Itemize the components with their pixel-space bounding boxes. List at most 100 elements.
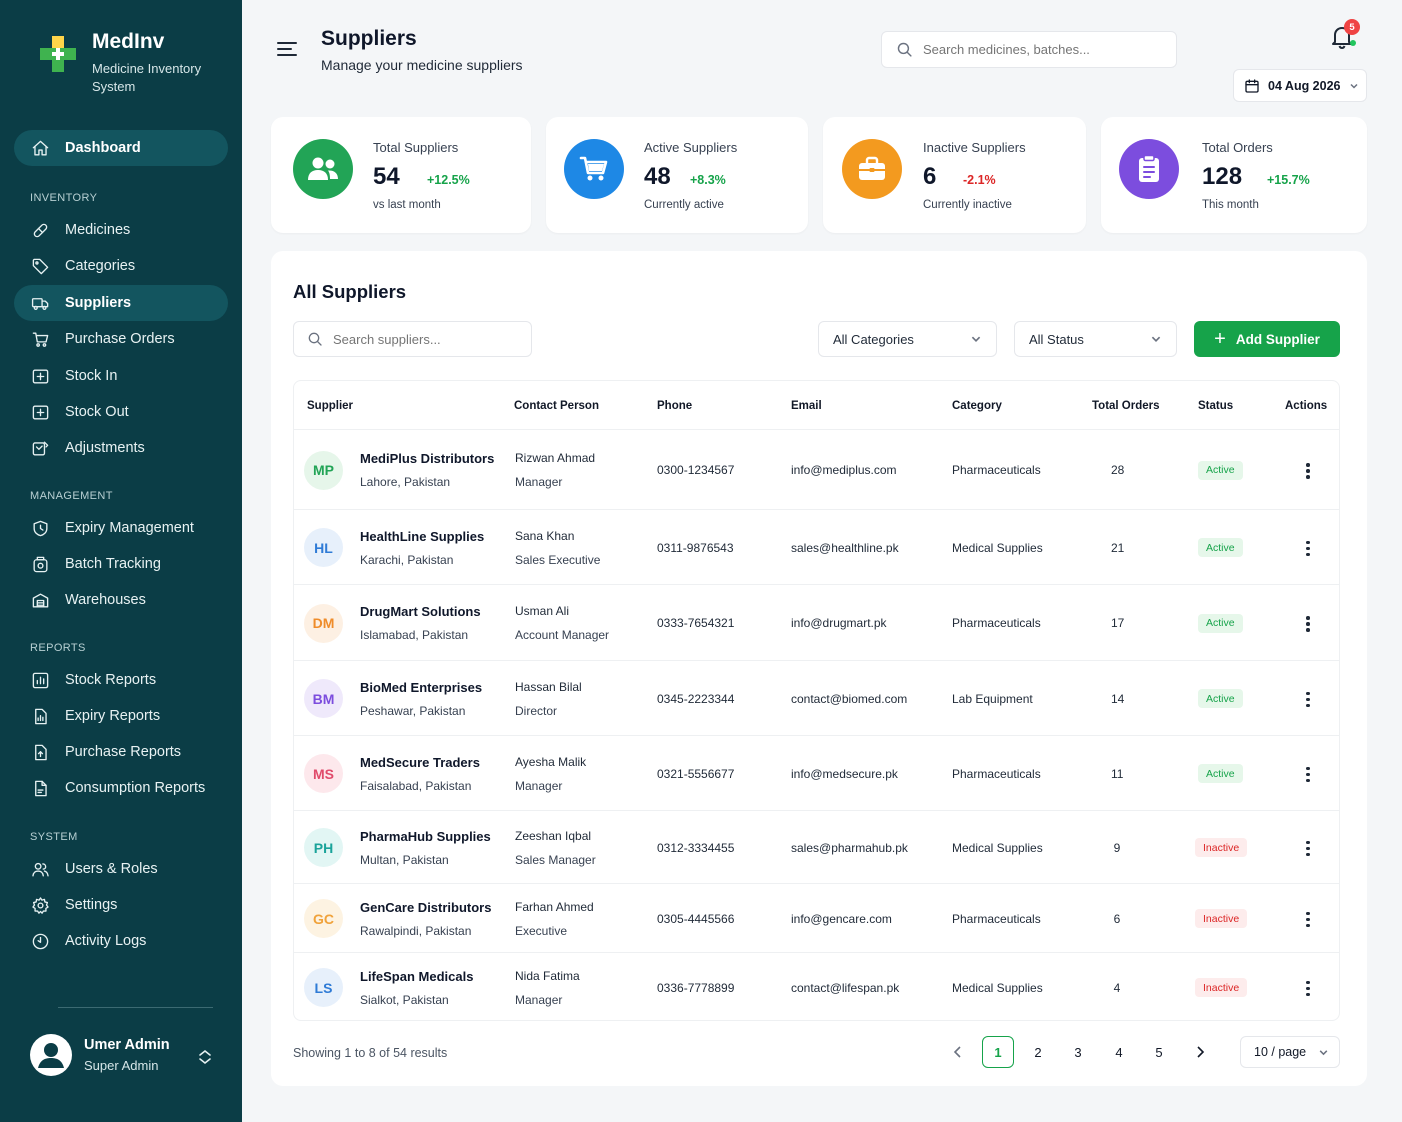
add-supplier-button[interactable]: + Add Supplier (1194, 321, 1340, 357)
supplier-name[interactable]: MediPlus Distributors (360, 451, 494, 466)
truck-icon (30, 293, 50, 313)
table-row[interactable]: MP MediPlus Distributors Lahore, Pakistan R… (294, 430, 1339, 510)
sidebar-item-users-roles[interactable]: Users & Roles (14, 851, 228, 887)
category-cell: Medical Supplies (952, 980, 1043, 995)
page-1-button[interactable]: 1 (982, 1036, 1014, 1068)
row-actions-icon[interactable] (1301, 691, 1315, 707)
sidebar-item-suppliers[interactable]: Suppliers (14, 285, 228, 321)
row-actions-icon[interactable] (1301, 463, 1315, 479)
page-2-button[interactable]: 2 (1022, 1036, 1054, 1068)
row-actions-icon[interactable] (1301, 980, 1315, 996)
supplier-location: Multan, Pakistan (360, 852, 449, 867)
supplier-name[interactable]: PharmaHub Supplies (360, 829, 491, 844)
contact-role: Manager (515, 475, 563, 489)
stat-value: 48 (644, 163, 671, 190)
sidebar-item-warehouses[interactable]: Warehouses (14, 582, 228, 618)
table-row[interactable]: BM BioMed Enterprises Peshawar, Pakistan Ha… (294, 661, 1339, 736)
supplier-search-input[interactable] (333, 331, 513, 347)
col-total-orders[interactable]: Total Orders (1092, 400, 1160, 412)
supplier-name[interactable]: HealthLine Supplies (360, 529, 484, 544)
sidebar-item-purchase-reports[interactable]: Purchase Reports (14, 734, 228, 770)
col-category[interactable]: Category (952, 400, 1002, 412)
category-cell: Pharmaceuticals (952, 463, 1041, 477)
phone-cell: 0312-3334455 (657, 840, 735, 855)
row-actions-icon[interactable] (1301, 540, 1315, 556)
supplier-location: Lahore, Pakistan (360, 475, 451, 489)
table-row[interactable]: DM DrugMart Solutions Islamabad, Pakistan U… (294, 585, 1339, 661)
supplier-location: Rawalpindi, Pakistan (360, 923, 472, 938)
sidebar-item-dashboard[interactable]: Dashboard (14, 130, 228, 166)
prev-page-icon[interactable] (950, 1044, 966, 1060)
sidebar-item-label: Settings (65, 897, 118, 913)
contact-name: Zeeshan Iqbal (515, 828, 592, 843)
date-picker[interactable]: 04 Aug 2026 (1233, 69, 1367, 102)
stat-card-total-orders: Total Orders 128 +15.7% This month (1101, 117, 1367, 233)
page-5-button[interactable]: 5 (1143, 1036, 1175, 1068)
row-actions-icon[interactable] (1301, 616, 1315, 632)
sidebar-item-consumption-reports[interactable]: Consumption Reports (14, 770, 228, 806)
sidebar-item-expiry-reports[interactable]: Expiry Reports (14, 698, 228, 734)
row-actions-icon[interactable] (1301, 840, 1315, 856)
sidebar-item-settings[interactable]: Settings (14, 887, 228, 923)
stat-card-inactive-suppliers: Inactive Suppliers 6 -2.1% Currently ina… (823, 117, 1086, 233)
col-status[interactable]: Status (1198, 400, 1233, 412)
status-filter[interactable]: All Status (1014, 321, 1177, 357)
sidebar-item-activity-logs[interactable]: Activity Logs (14, 923, 228, 959)
status-badge: Active (1198, 538, 1243, 557)
table-row[interactable]: LS LifeSpan Medicals Sialkot, Pakistan Nida… (294, 953, 1339, 1022)
expand-icon[interactable] (197, 1048, 213, 1066)
col-phone[interactable]: Phone (657, 400, 692, 412)
chevron-down-icon (1349, 83, 1358, 89)
supplier-name[interactable]: GenCare Distributors (360, 900, 491, 915)
search-input[interactable] (923, 42, 1163, 57)
contact-role: Executive (515, 923, 568, 938)
orders-cell: 14 (1111, 691, 1125, 706)
supplier-name[interactable]: MedSecure Traders (360, 755, 480, 770)
sidebar-item-stock-reports[interactable]: Stock Reports (14, 662, 228, 698)
brand: MedInv Medicine Inventory System (34, 28, 212, 96)
sidebar-item-expiry-management[interactable]: Expiry Management (14, 510, 228, 546)
per-page-select[interactable]: 10 / page (1240, 1036, 1340, 1068)
table-row[interactable]: GC GenCare Distributors Rawalpindi, Pakist… (294, 884, 1339, 953)
panel-title: All Suppliers (293, 281, 407, 302)
supplier-search[interactable] (293, 321, 532, 357)
table-row[interactable]: MS MedSecure Traders Faisalabad, Pakistan A… (294, 736, 1339, 811)
contact-name: Sana Khan (515, 528, 575, 543)
col-email[interactable]: Email (791, 400, 822, 412)
search-icon (308, 332, 322, 346)
adjust-icon (30, 438, 50, 458)
category-filter[interactable]: All Categories (818, 321, 997, 357)
sidebar-item-medicines[interactable]: Medicines (14, 212, 228, 248)
supplier-name[interactable]: DrugMart Solutions (360, 604, 481, 619)
sidebar-item-adjustments[interactable]: Adjustments (14, 430, 228, 466)
sidebar-item-stock-out[interactable]: Stock Out (14, 394, 228, 430)
category-cell: Pharmaceuticals (952, 911, 1041, 926)
supplier-name[interactable]: BioMed Enterprises (360, 680, 482, 695)
category-cell: Lab Equipment (952, 691, 1033, 706)
suppliers-table: Supplier Contact Person Phone Email Cate… (293, 380, 1340, 1021)
next-page-icon[interactable] (1192, 1044, 1208, 1060)
page-4-button[interactable]: 4 (1103, 1036, 1135, 1068)
stat-value: 54 (373, 163, 400, 190)
user-profile[interactable]: Umer Admin Super Admin (30, 1034, 170, 1076)
page-3-button[interactable]: 3 (1062, 1036, 1094, 1068)
sidebar-item-categories[interactable]: Categories (14, 248, 228, 284)
global-search[interactable] (881, 31, 1177, 68)
row-actions-icon[interactable] (1301, 911, 1315, 927)
sidebar-item-batch-tracking[interactable]: Batch Tracking (14, 546, 228, 582)
email-cell: contact@biomed.com (791, 691, 908, 706)
table-row[interactable]: HL HealthLine Supplies Karachi, Pakistan Sa… (294, 510, 1339, 585)
stat-card-total-suppliers: Total Suppliers 54 +12.5% vs last month (271, 117, 531, 233)
stat-value: 6 (923, 163, 937, 190)
orders-cell: 6 (1113, 911, 1121, 926)
contact-role: Sales Manager (515, 852, 596, 867)
sidebar-item-purchase-orders[interactable]: Purchase Orders (14, 321, 228, 357)
col-contact-person[interactable]: Contact Person (514, 400, 599, 412)
category-filter-value: All Categories (833, 331, 914, 347)
supplier-name[interactable]: LifeSpan Medicals (360, 969, 473, 984)
sidebar-item-stock-in[interactable]: Stock In (14, 358, 228, 394)
col-supplier[interactable]: Supplier (307, 400, 353, 412)
menu-icon[interactable] (277, 41, 297, 57)
row-actions-icon[interactable] (1301, 766, 1315, 782)
table-row[interactable]: PH PharmaHub Supplies Multan, Pakistan Zees… (294, 811, 1339, 884)
